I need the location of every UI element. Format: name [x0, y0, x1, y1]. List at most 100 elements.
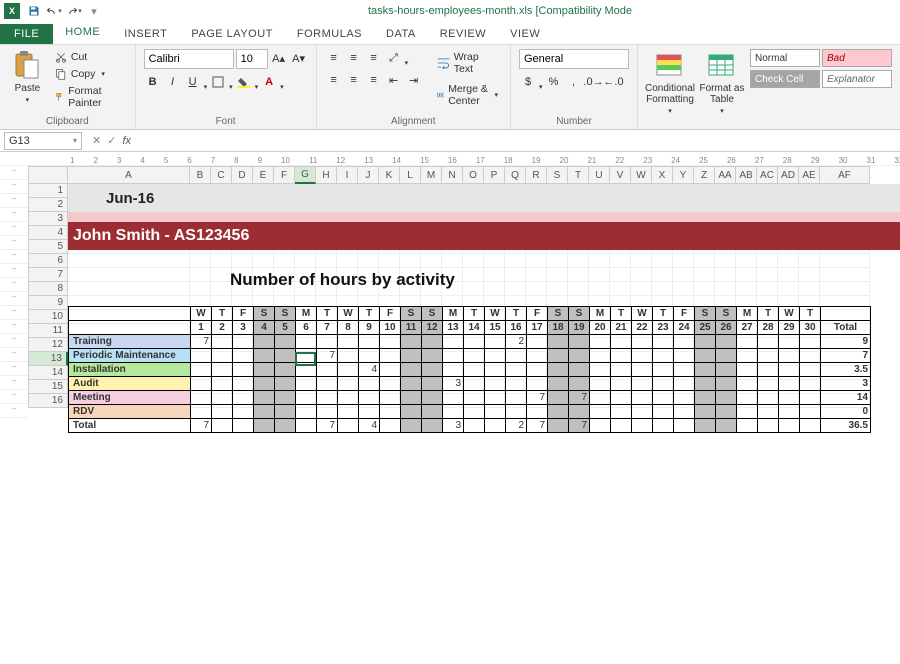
hours-cell[interactable] — [401, 419, 422, 433]
hours-cell[interactable] — [569, 335, 590, 349]
hours-cell[interactable] — [758, 419, 779, 433]
format-painter-button[interactable]: Format Painter — [51, 83, 127, 111]
wrap-text-button[interactable]: Wrap Text — [433, 49, 502, 77]
hours-cell[interactable] — [758, 405, 779, 419]
font-size-select[interactable] — [236, 49, 268, 69]
align-top-icon[interactable]: ≡ — [325, 49, 343, 67]
hours-cell[interactable] — [653, 377, 674, 391]
hours-cell[interactable] — [527, 377, 548, 391]
row-header[interactable]: 4 — [28, 226, 68, 240]
hours-cell[interactable] — [422, 363, 443, 377]
style-normal[interactable]: Normal — [750, 49, 820, 67]
hours-cell[interactable] — [716, 349, 737, 363]
font-color-button[interactable]: A — [260, 73, 278, 91]
day-letter[interactable]: T — [464, 307, 485, 321]
italic-button[interactable]: I — [164, 73, 182, 91]
hours-cell[interactable]: 7 — [317, 419, 338, 433]
hours-cell[interactable] — [632, 391, 653, 405]
hours-cell[interactable] — [569, 363, 590, 377]
column-header[interactable]: V — [610, 166, 631, 184]
hours-cell[interactable] — [464, 377, 485, 391]
hours-cell[interactable] — [737, 391, 758, 405]
activity-label[interactable]: RDV — [69, 405, 191, 419]
day-letter[interactable]: F — [233, 307, 254, 321]
day-number[interactable]: 30 — [800, 321, 821, 335]
day-letter[interactable]: F — [674, 307, 695, 321]
day-number[interactable]: 3 — [233, 321, 254, 335]
hours-cell[interactable] — [800, 405, 821, 419]
day-number[interactable]: 21 — [611, 321, 632, 335]
day-number[interactable]: 18 — [548, 321, 569, 335]
column-header[interactable]: R — [526, 166, 547, 184]
column-header[interactable]: A — [68, 166, 190, 184]
hours-cell[interactable] — [296, 377, 317, 391]
hours-cell[interactable]: 3 — [443, 377, 464, 391]
hours-cell[interactable] — [590, 335, 611, 349]
row-total[interactable]: 36.5 — [821, 419, 871, 433]
hours-cell[interactable] — [737, 349, 758, 363]
hours-cell[interactable] — [590, 391, 611, 405]
hours-cell[interactable] — [653, 335, 674, 349]
day-letter[interactable]: W — [779, 307, 800, 321]
row-header[interactable]: 5 — [28, 240, 68, 254]
merge-center-button[interactable]: Merge & Center▾ — [433, 81, 502, 109]
day-letter[interactable]: S — [548, 307, 569, 321]
hours-cell[interactable] — [779, 363, 800, 377]
hours-cell[interactable] — [317, 363, 338, 377]
day-number[interactable]: 20 — [590, 321, 611, 335]
hours-cell[interactable] — [695, 391, 716, 405]
hours-cell[interactable] — [611, 405, 632, 419]
hours-cell[interactable] — [485, 405, 506, 419]
hours-cell[interactable] — [632, 335, 653, 349]
hours-cell[interactable] — [527, 349, 548, 363]
hours-cell[interactable] — [380, 377, 401, 391]
hours-cell[interactable] — [380, 391, 401, 405]
row-total[interactable]: 3 — [821, 377, 871, 391]
row-header[interactable]: 13 — [28, 352, 68, 366]
hours-cell[interactable]: 2 — [506, 335, 527, 349]
align-bottom-icon[interactable]: ≡ — [365, 49, 383, 67]
day-letter[interactable]: T — [359, 307, 380, 321]
tab-page-layout[interactable]: PAGE LAYOUT — [179, 24, 285, 44]
redo-icon[interactable]: ▾ — [66, 3, 82, 19]
row-header[interactable]: 7 — [28, 268, 68, 282]
hours-cell[interactable] — [779, 405, 800, 419]
hours-cell[interactable] — [233, 405, 254, 419]
hours-cell[interactable] — [275, 391, 296, 405]
day-number[interactable]: 16 — [506, 321, 527, 335]
hours-cell[interactable] — [611, 363, 632, 377]
hours-cell[interactable] — [464, 405, 485, 419]
align-right-icon[interactable]: ≡ — [365, 71, 383, 89]
day-letter[interactable]: T — [611, 307, 632, 321]
column-header[interactable]: P — [484, 166, 505, 184]
hours-cell[interactable] — [695, 405, 716, 419]
column-header[interactable]: AB — [736, 166, 757, 184]
underline-button[interactable]: U — [184, 73, 202, 91]
hours-cell[interactable] — [611, 349, 632, 363]
column-header[interactable]: T — [568, 166, 589, 184]
tab-review[interactable]: REVIEW — [428, 24, 498, 44]
row-header[interactable]: 15 — [28, 380, 68, 394]
hours-cell[interactable] — [380, 419, 401, 433]
column-header[interactable]: J — [358, 166, 379, 184]
cell-grid[interactable]: 12345678910111213141516Jun-16John Smith … — [28, 184, 900, 408]
row-header[interactable]: 2 — [28, 198, 68, 212]
hours-cell[interactable] — [254, 377, 275, 391]
column-header[interactable]: AD — [778, 166, 799, 184]
table-cell[interactable] — [69, 321, 191, 335]
column-header[interactable]: G — [295, 166, 316, 184]
hours-cell[interactable] — [779, 349, 800, 363]
day-number[interactable]: 12 — [422, 321, 443, 335]
hours-cell[interactable] — [296, 391, 317, 405]
table-cell[interactable] — [69, 307, 191, 321]
comma-format-icon[interactable]: , — [565, 73, 583, 91]
hours-cell[interactable] — [401, 335, 422, 349]
hours-cell[interactable] — [359, 349, 380, 363]
hours-cell[interactable] — [611, 391, 632, 405]
hours-cell[interactable] — [317, 377, 338, 391]
row-header[interactable]: 12 — [28, 338, 68, 352]
hours-cell[interactable] — [590, 419, 611, 433]
hours-cell[interactable] — [569, 377, 590, 391]
hours-cell[interactable] — [464, 363, 485, 377]
day-number[interactable]: 9 — [359, 321, 380, 335]
